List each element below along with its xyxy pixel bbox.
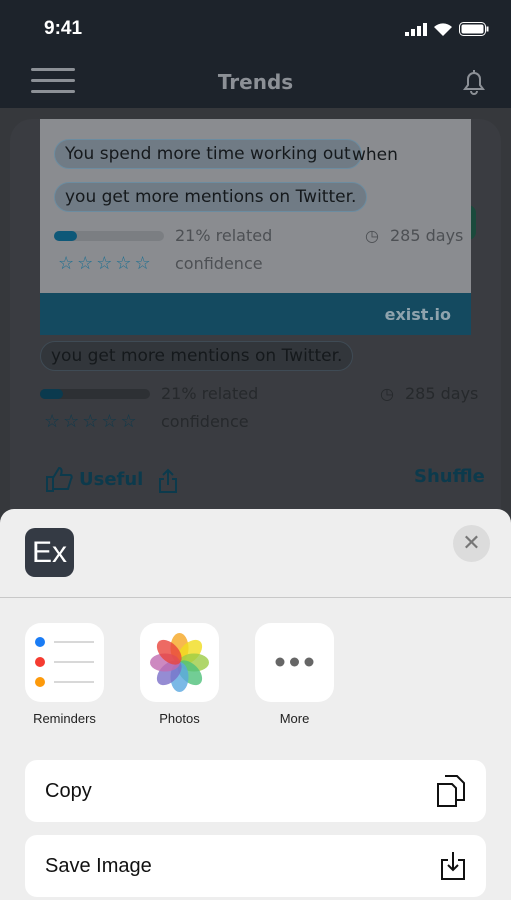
confidence-stars: ☆☆☆☆☆ xyxy=(58,253,154,274)
status-bar: 9:41 xyxy=(0,0,511,60)
more-icon xyxy=(275,657,314,667)
related-label: 21% related xyxy=(175,226,273,245)
copy-action[interactable]: Copy xyxy=(25,760,486,822)
condition-pill: you get more mentions on Twitter. xyxy=(54,182,368,212)
signal-icon xyxy=(405,22,427,36)
app-icon: Ex xyxy=(25,528,74,577)
condition-pill: you get more mentions on Twitter. xyxy=(40,341,354,371)
shuffle-button[interactable]: Shuffle xyxy=(414,466,485,487)
share-target-reminders[interactable]: Reminders xyxy=(25,623,104,726)
connector-text: when xyxy=(352,145,398,165)
related-label: 21% related xyxy=(161,384,259,403)
days-label: 285 days xyxy=(405,384,479,403)
confidence-stars: ☆☆☆☆☆ xyxy=(44,411,140,432)
bell-icon[interactable] xyxy=(461,68,487,96)
close-icon: ✕ xyxy=(462,531,481,556)
confidence-label: confidence xyxy=(175,254,263,273)
page-title: Trends xyxy=(217,70,294,94)
status-time: 9:41 xyxy=(44,18,83,39)
useful-button[interactable]: Useful xyxy=(45,466,143,492)
close-button[interactable]: ✕ xyxy=(453,525,490,562)
share-target-more[interactable]: More xyxy=(255,623,334,726)
share-icon[interactable] xyxy=(158,468,178,494)
related-bar xyxy=(40,389,150,399)
share-sheet: Ex ✕ Reminders Photos More Copy Save Ima… xyxy=(0,509,511,900)
days-label: 285 days xyxy=(390,226,464,245)
reminders-icon xyxy=(35,637,94,687)
thumbs-up-icon xyxy=(46,466,73,492)
battery-icon xyxy=(459,22,489,36)
subject-pill: You spend more time working out xyxy=(54,139,362,169)
useful-label: Useful xyxy=(79,468,144,490)
clock-icon: ◷ xyxy=(365,226,379,245)
copy-icon xyxy=(437,775,465,807)
photos-icon xyxy=(150,633,209,692)
brand-banner: exist.io xyxy=(40,293,471,335)
nav-bar: Trends xyxy=(0,60,511,108)
share-target-photos[interactable]: Photos xyxy=(140,623,219,726)
clock-icon: ◷ xyxy=(380,384,394,403)
save-image-action[interactable]: Save Image xyxy=(25,835,486,897)
related-bar xyxy=(54,231,164,241)
confidence-label: confidence xyxy=(161,412,249,431)
wifi-icon xyxy=(434,22,452,36)
divider xyxy=(0,597,511,598)
save-image-icon xyxy=(441,852,465,880)
